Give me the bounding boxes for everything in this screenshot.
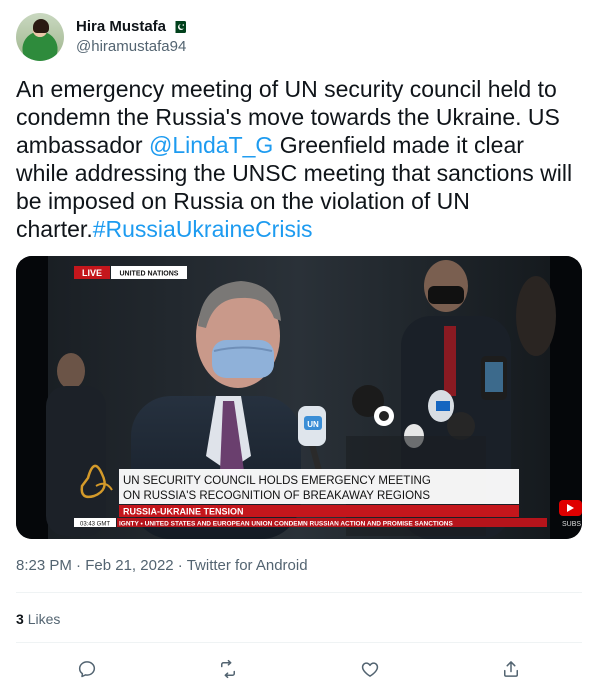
share-icon <box>504 661 519 677</box>
likes-label: Likes <box>27 611 61 627</box>
heart-icon <box>361 662 378 677</box>
tweet-media-image[interactable]: UN LIVE UNITED NATIONS UN SECURITY COUNC… <box>16 256 582 539</box>
headline-line1: UN SECURITY COUNCIL HOLDS EMERGENCY MEET… <box>123 475 431 487</box>
likes-count: 3 <box>16 611 24 627</box>
reply-button[interactable] <box>69 651 105 687</box>
divider <box>16 642 582 643</box>
divider <box>16 592 582 593</box>
display-name[interactable]: Hira Mustafa <box>76 17 166 37</box>
location-label: UNITED NATIONS <box>120 271 179 278</box>
pakistan-flag-icon <box>172 21 187 33</box>
mic-un-label: UN <box>307 420 319 429</box>
likes-stat[interactable]: 3 Likes <box>16 611 60 627</box>
reply-icon <box>78 661 95 678</box>
tweet-actions <box>16 651 582 687</box>
headline-line2: ON RUSSIA'S RECOGNITION OF BREAKAWAY REG… <box>123 490 430 502</box>
tweet-header: Hira Mustafa @hiramustafa94 <box>16 13 186 61</box>
user-handle[interactable]: @hiramustafa94 <box>76 37 186 57</box>
live-label: LIVE <box>82 268 102 278</box>
hashtag-link[interactable]: #RussiaUkraineCrisis <box>93 216 313 242</box>
ticker-text: IGNTY • UNITED STATES AND EUROPEAN UNION… <box>119 521 453 528</box>
tension-label: RUSSIA-UKRAINE TENSION <box>123 507 244 517</box>
retweet-icon <box>221 659 236 679</box>
tweet-meta: 8:23 PM · Feb 21, 2022 · Twitter for And… <box>16 557 308 574</box>
subscribe-text: SUBS <box>562 521 581 528</box>
share-button[interactable] <box>493 651 529 687</box>
tweet-text: An emergency meeting of UN security coun… <box>16 75 582 243</box>
avatar[interactable] <box>16 13 64 61</box>
news-broadcast-frame: UN LIVE UNITED NATIONS UN SECURITY COUNC… <box>16 256 582 539</box>
author-names: Hira Mustafa @hiramustafa94 <box>76 17 186 57</box>
meta-separator: · <box>71 557 86 574</box>
tweet-source[interactable]: Twitter for Android <box>187 557 308 574</box>
mention-link[interactable]: @LindaT_G <box>149 132 273 158</box>
meta-separator-2: · <box>173 557 187 574</box>
tweet-time[interactable]: 8:23 PM <box>16 557 72 574</box>
retweet-button[interactable] <box>210 651 246 687</box>
time-label: 03:43 GMT <box>80 522 110 528</box>
tweet-date[interactable]: Feb 21, 2022 <box>85 557 173 574</box>
like-button[interactable] <box>352 651 388 687</box>
